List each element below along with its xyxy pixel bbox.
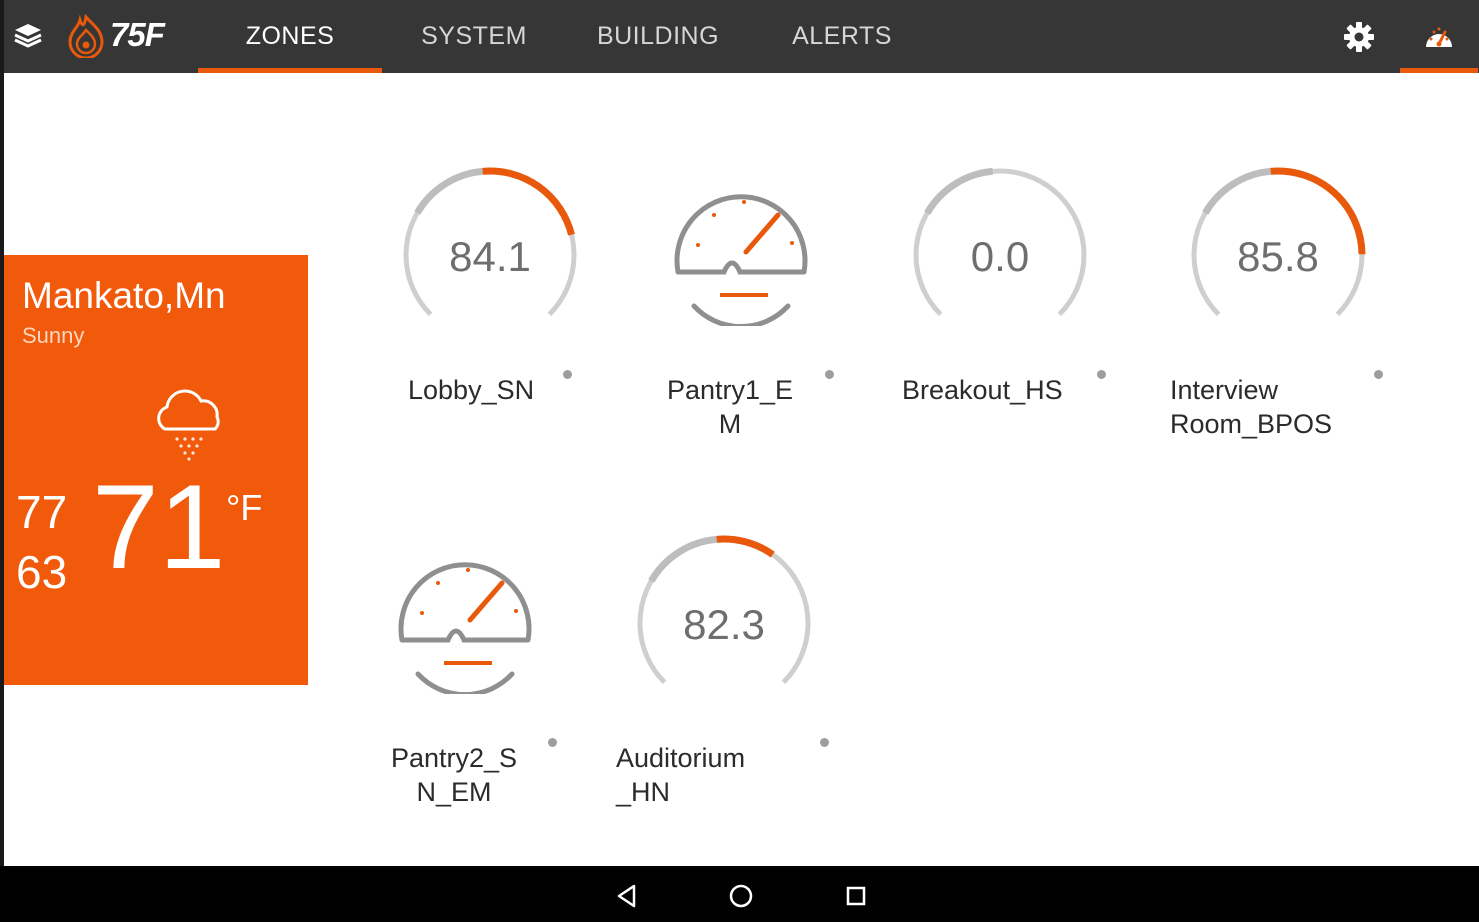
recents-icon[interactable] [838, 878, 874, 914]
flame-logo-icon [68, 14, 104, 58]
tab-alerts[interactable]: ALERTS [750, 0, 934, 73]
gauge-value: 85.8 [1237, 233, 1319, 280]
gauge-setpoint-band [1202, 167, 1272, 215]
zone-name-line1: Pantry1_E [666, 375, 794, 405]
zone-tile-pantry1-em[interactable]: Pantry1_E M [667, 180, 908, 500]
zone-name: Auditorium _HN [616, 741, 816, 809]
tab-zones[interactable]: ZONES [198, 0, 382, 73]
system-nav-bar [0, 866, 1479, 922]
zone-name-line1: Pantry2_S [390, 743, 518, 773]
zone-name-line2: Room_BPOS [1170, 409, 1333, 439]
zone-name: Interview Room_BPOS [1170, 373, 1370, 441]
zone-name-line2: _HN [616, 777, 671, 807]
weather-low: 63 [16, 546, 68, 598]
zone-tile-lobby-sn[interactable]: 84.1 Lobby_SN [400, 165, 640, 485]
zone-tile-pantry2-sn-em[interactable]: Pantry2_S N_EM [391, 548, 632, 866]
zone-name: Pantry2_S N_EM [354, 741, 554, 809]
gauge-value: 0.0 [970, 233, 1030, 280]
weather-condition: Sunny [22, 323, 85, 348]
dashboard-icon [1426, 27, 1452, 47]
dashboard-button[interactable] [1400, 0, 1478, 73]
status-dot [825, 370, 834, 379]
app-window: 75F ZONES SYSTEM BUILDING ALERTS Mankato… [4, 0, 1479, 866]
zone-tile-interview-room-bpos[interactable]: 85.8 Interview Room_BPOS [1170, 165, 1428, 485]
energy-meter-icon [398, 562, 532, 694]
zone-name-line1: Interview [1170, 375, 1279, 405]
status-dot [1374, 370, 1383, 379]
zone-name: Pantry1_E M [630, 373, 830, 441]
weather-city: Mankato,Mn [22, 275, 226, 316]
zone-name-line2: M [718, 409, 742, 439]
status-dot [1097, 370, 1106, 379]
top-bar: 75F ZONES SYSTEM BUILDING ALERTS [4, 0, 1479, 73]
gauge-setpoint-band [648, 535, 718, 583]
layers-icon[interactable] [12, 20, 44, 52]
cloud-snow-icon [157, 389, 220, 461]
weather-current-temp: 71 [92, 460, 226, 594]
gauge-fill [482, 167, 575, 236]
status-dot [548, 738, 557, 747]
weather-high: 77 [16, 486, 68, 538]
status-dot [820, 738, 829, 747]
gauge-setpoint-band [924, 167, 994, 215]
tab-building[interactable]: BUILDING [566, 0, 750, 73]
status-dot [563, 370, 572, 379]
gear-icon [1344, 21, 1374, 52]
zone-tile-auditorium-hn[interactable]: 82.3 Auditorium _HN [616, 533, 874, 853]
zone-name: Breakout_HS [902, 375, 1063, 405]
home-icon[interactable] [723, 878, 759, 914]
settings-button[interactable] [1320, 0, 1398, 73]
back-icon[interactable] [609, 878, 645, 914]
zone-name: Lobby_SN [408, 375, 535, 405]
gauge-value: 84.1 [449, 233, 531, 280]
gauge-setpoint-band [414, 167, 484, 215]
zone-tile-breakout-hs[interactable]: 0.0 Breakout_HS [902, 165, 1150, 485]
zone-name-line1: Auditorium [616, 743, 746, 773]
gauge-fill [716, 535, 775, 558]
weather-card[interactable]: Mankato,Mn Sunny 77 63 71 °F [4, 255, 308, 685]
tab-system[interactable]: SYSTEM [382, 0, 566, 73]
zone-name-line2: N_EM [416, 777, 492, 807]
gauge-value: 82.3 [683, 601, 765, 648]
weather-unit: °F [226, 487, 263, 528]
brand-logo-text: 75F [110, 16, 165, 53]
energy-meter-icon [674, 194, 808, 326]
